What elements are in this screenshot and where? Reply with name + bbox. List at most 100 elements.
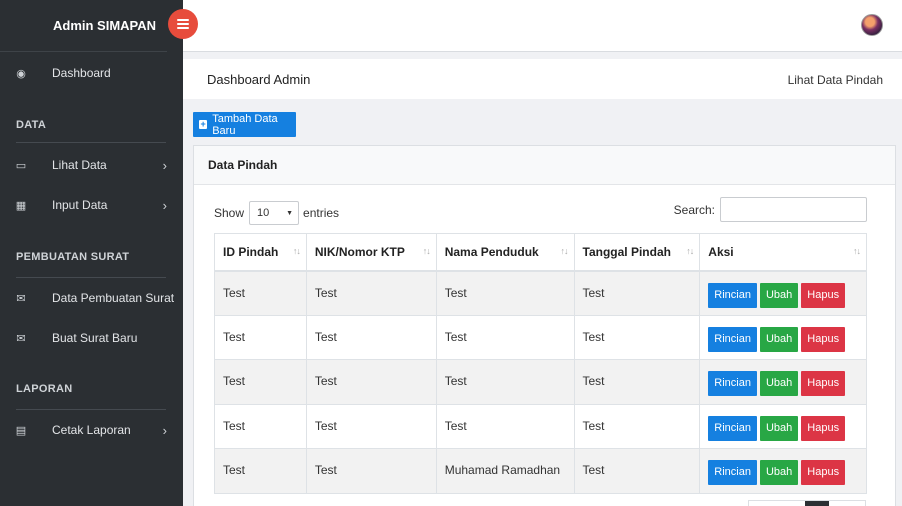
table-cell-actions: Rincian Ubah Hapus [699, 448, 867, 494]
table-cell: Test [435, 314, 575, 361]
edit-button[interactable]: Ubah [759, 460, 799, 486]
entries-select[interactable]: 10 ▼ [249, 201, 300, 225]
dashboard-icon: ◉ [16, 67, 26, 80]
sort-icon: ↑↓ [853, 246, 861, 256]
table-cell: Test [214, 403, 307, 450]
search-control: Search: [674, 197, 867, 222]
detail-button[interactable]: Rincian [708, 282, 757, 308]
chevron-right-icon: › [162, 422, 167, 438]
table-row: Test Test Test Test Rincian Ubah Hapus [214, 270, 867, 316]
pagination-active-page[interactable] [805, 501, 829, 506]
sidebar-item-label: Dashboard [52, 66, 111, 80]
sidebar-item-input-data[interactable]: ▦ Input Data › [0, 185, 183, 225]
sort-icon: ↑↓ [686, 246, 694, 256]
add-data-button[interactable]: + Tambah Data Baru [193, 112, 296, 137]
column-header-label: Nama Penduduk [444, 244, 539, 259]
delete-button[interactable]: Hapus [801, 326, 846, 352]
data-table: ID Pindah ↑↓ NIK/Nomor KTP ↑↓ Nama Pendudu… [214, 233, 867, 494]
table-row: Test Test Test Test Rincian Ubah Hapus [214, 359, 867, 405]
edit-button[interactable]: Ubah [759, 415, 799, 441]
table-cell: Test [214, 359, 307, 405]
edit-button[interactable]: Ubah [759, 282, 799, 308]
delete-button[interactable]: Hapus [801, 415, 846, 441]
sidebar-item-label: Buat Surat Baru [52, 331, 138, 345]
table-cell: Muhamad Ramadhan [435, 448, 575, 494]
card-title: Data Pindah [194, 146, 895, 185]
table-cell-actions: Rincian Ubah Hapus [699, 270, 867, 316]
column-header-label: Tanggal Pindah [582, 244, 671, 259]
show-label: Show [214, 206, 245, 220]
sidebar-item-label: Input Data [52, 198, 108, 212]
table-cell: Test [214, 270, 307, 316]
pagination [748, 500, 866, 506]
table-cell-actions: Rincian Ubah Hapus [699, 359, 867, 405]
sidebar-item-data-pembuatan-surat[interactable]: ✉ Data Pembuatan Surat [0, 278, 183, 318]
table-row: Test Test Test Test Rincian Ubah Hapus [214, 314, 867, 361]
detail-button[interactable]: Rincian [708, 371, 757, 397]
detail-button[interactable]: Rincian [708, 326, 757, 352]
table-cell: Test [435, 270, 575, 316]
entries-label: entries [303, 206, 340, 220]
brand-title[interactable]: Admin SIMAPAN [0, 0, 167, 52]
avatar[interactable] [861, 14, 883, 36]
sidebar-item-label: Cetak Laporan [52, 423, 131, 437]
caret-down-icon: ▼ [286, 210, 294, 217]
search-input[interactable] [720, 197, 867, 222]
table-row: Test Test Test Test Rincian Ubah Hapus [214, 403, 867, 450]
table-cell: Test [305, 403, 437, 450]
envelope-icon: ✉ [16, 332, 26, 345]
laptop-icon: ▭ [15, 159, 27, 172]
divider [16, 142, 166, 143]
table-cell: Test [573, 359, 701, 405]
page-title: Dashboard Admin [207, 72, 311, 87]
table-row: Test Test Muhamad Ramadhan Test Rincian Ubah H… [214, 448, 867, 494]
table-cell: Test [435, 359, 575, 405]
table-cell: Test [305, 359, 437, 405]
entries-length-control: Show 10 ▼ entries [214, 201, 339, 225]
table-header-row: ID Pindah ↑↓ NIK/Nomor KTP ↑↓ Nama Pendudu… [214, 233, 867, 272]
table-cell: Test [435, 403, 575, 450]
column-header-tanggal-pindah[interactable]: Tanggal Pindah ↑↓ [573, 233, 701, 272]
table-cell: Test [305, 448, 437, 494]
table-cell: Test [573, 448, 701, 494]
sidebar: Admin SIMAPAN ◉ Dashboard DATA ▭ Lihat D… [0, 0, 183, 506]
table-icon: ▦ [15, 199, 27, 212]
table-cell: Test [214, 314, 307, 361]
column-header-aksi[interactable]: Aksi ↑↓ [699, 233, 867, 272]
sort-icon: ↑↓ [560, 246, 569, 256]
delete-button[interactable]: Hapus [801, 371, 846, 397]
sidebar-item-lihat-data[interactable]: ▭ Lihat Data › [0, 145, 183, 185]
sidebar-item-buat-surat-baru[interactable]: ✉ Buat Surat Baru [0, 318, 183, 358]
menu-icon [177, 19, 189, 29]
detail-button[interactable]: Rincian [708, 415, 757, 441]
section-title-pembuatan-surat: PEMBUATAN SURAT [16, 251, 130, 263]
table-cell: Test [573, 314, 701, 361]
detail-button[interactable]: Rincian [708, 460, 757, 486]
delete-button[interactable]: Hapus [801, 282, 846, 308]
envelope-icon: ✉ [16, 292, 26, 305]
table-cell: Test [573, 403, 701, 450]
edit-button[interactable]: Ubah [759, 326, 799, 352]
column-header-nik[interactable]: NIK/Nomor KTP ↑↓ [305, 233, 437, 272]
add-data-label: Tambah Data Baru [212, 112, 278, 137]
sidebar-item-label: Data Pembuatan Surat [52, 291, 175, 305]
sidebar-item-cetak-laporan[interactable]: ▤ Cetak Laporan › [0, 410, 183, 450]
breadcrumb: Lihat Data Pindah [787, 73, 883, 87]
sidebar-item-dashboard[interactable]: ◉ Dashboard [0, 53, 183, 93]
column-header-nama-penduduk[interactable]: Nama Penduduk ↑↓ [435, 233, 575, 272]
delete-button[interactable]: Hapus [801, 460, 846, 486]
file-icon: ▤ [15, 424, 27, 437]
sort-icon: ↑↓ [292, 246, 301, 256]
entries-select-value: 10 [257, 207, 270, 219]
sidebar-item-label: Lihat Data [52, 158, 107, 172]
sidebar-toggle-button[interactable] [168, 9, 198, 39]
edit-button[interactable]: Ubah [759, 371, 799, 397]
plus-icon: + [199, 119, 208, 129]
column-header-id-pindah[interactable]: ID Pindah ↑↓ [214, 233, 307, 272]
page-header: Dashboard Admin Lihat Data Pindah [183, 59, 902, 99]
table-cell-actions: Rincian Ubah Hapus [699, 403, 867, 450]
table-cell: Test [305, 270, 437, 316]
column-header-label: Aksi [708, 244, 734, 259]
table-cell: Test [214, 448, 307, 494]
column-header-label: NIK/Nomor KTP [314, 244, 405, 259]
